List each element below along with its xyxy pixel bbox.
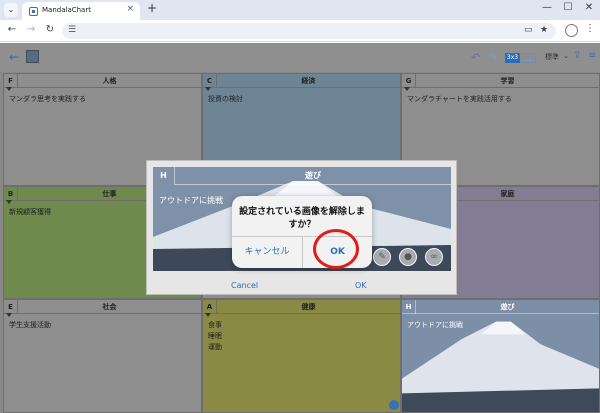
minimize-icon[interactable]: — [540,2,554,13]
pen-icon[interactable]: ✎ [373,248,391,266]
redo-icon[interactable]: ↷ [488,51,497,64]
window-close-icon[interactable]: ✕ [582,2,596,13]
alert-message: 設定されている画像を解除しますか？ [239,207,365,230]
editor-title[interactable]: 遊び [175,167,451,185]
cell-caret-icon[interactable] [404,87,410,91]
cell-body: 投資の検討 [208,94,395,105]
app-back-icon[interactable]: ← [9,50,19,64]
cell-caret-icon[interactable] [6,200,12,204]
more-options-icon[interactable]: ⋮ [585,23,595,34]
cell-E[interactable]: E 社会 学生支援活動 [3,299,202,413]
cell-line: 睡眠 [208,332,222,340]
tab-search-icon[interactable]: ⌄ [4,3,18,17]
cell-letter: A [203,300,217,314]
cell-letter: B [4,187,18,201]
browser-tabstrip: ⌄ MandalaChart × + — ☐ ✕ [0,0,600,20]
cell-line: 食事 [208,321,222,329]
back-icon[interactable]: ← [6,24,18,35]
maximize-icon[interactable]: ☐ [561,2,575,13]
cell-body: アウトドアに挑戦 [407,320,594,331]
cell-caret-icon[interactable] [6,313,12,317]
cell-line: アウトドアに挑戦 [407,321,463,329]
cell-caret-icon[interactable] [205,87,211,91]
cell-letter: F [4,74,18,88]
cell-line: マンダラチャートを実践活用する [407,95,512,103]
image-attach-icon[interactable] [389,400,399,410]
cell-body: 学生支援活動 [9,320,196,331]
grid-9x9-button[interactable]: 9x9 [521,53,536,63]
new-tab-icon[interactable]: + [147,1,157,15]
alert-cancel-button[interactable]: キャンセル [232,237,302,268]
cell-line: 学生支援活動 [9,321,51,329]
editor-letter: H [153,167,175,185]
address-bar: ← → ↻ ☰ ▭ ★ ⋮ [0,20,600,42]
cell-A[interactable]: A 健康 食事 睡眠 運動 [202,299,401,413]
cell-body: 食事 睡眠 運動 [208,320,395,353]
favicon-icon [29,7,38,16]
cell-title: 健康 [301,303,316,311]
cell-caret-icon[interactable] [6,87,12,91]
cell-title: 学習 [500,77,515,85]
cell-title: 遊び [500,303,515,311]
cell-title: 人格 [102,77,117,85]
reload-icon[interactable]: ↻ [44,24,56,35]
cast-icon[interactable]: ▭ [524,25,533,35]
cell-letter: C [203,74,217,88]
tab-close-icon[interactable]: × [126,4,134,14]
mountain-photo [402,300,599,412]
forward-icon[interactable]: → [25,24,37,35]
link-icon[interactable]: ∞ [425,248,443,266]
share-icon[interactable]: ⇪ [573,50,581,61]
highlight-ring [313,229,359,269]
cell-line: マンダラ思考を実践する [9,95,86,103]
editor-cancel-button[interactable]: Cancel [231,281,258,290]
cell-body: マンダラ思考を実践する [9,94,196,105]
cell-H-image[interactable]: H 遊び アウトドアに挑戦 [401,299,600,413]
app-toolbar: ← ↶ ↷ 3x3 9x9 標準 ⌄ ⇪ ≡ [0,43,600,72]
cell-title: 社会 [102,303,117,311]
cell-title: 経済 [301,77,316,85]
cell-caret-icon[interactable] [205,313,211,317]
chevron-down-icon: ⌄ [563,52,569,60]
url-input[interactable]: ☰ ▭ ★ [62,23,556,39]
chart-thumbnail-icon[interactable] [26,50,39,63]
editor-ok-button[interactable]: OK [355,281,367,290]
editor-body-text[interactable]: アウトドアに挑戦 [159,195,223,206]
browser-tab[interactable]: MandalaChart × [22,2,140,20]
mandala-app: ← ↶ ↷ 3x3 9x9 標準 ⌄ ⇪ ≡ F 人格 マンダラ思考を実践する … [0,43,600,413]
hamburger-menu-icon[interactable]: ≡ [588,50,596,61]
mode-select[interactable]: 標準 [545,52,559,62]
grid-3x3-button[interactable]: 3x3 [505,53,520,63]
cell-letter: G [402,74,416,88]
tab-title: MandalaChart [42,6,91,14]
cell-body: マンダラチャートを実践活用する [407,94,594,105]
site-settings-icon[interactable]: ☰ [68,25,76,35]
cell-line: 運動 [208,343,222,351]
cell-letter: E [4,300,18,314]
cell-line: 投資の検討 [208,95,243,103]
color-icon[interactable]: ● [399,248,417,266]
bookmark-star-icon[interactable]: ★ [540,25,548,35]
profile-icon[interactable] [565,24,578,37]
undo-icon[interactable]: ↶ [471,51,480,64]
cell-letter: H [402,300,416,314]
